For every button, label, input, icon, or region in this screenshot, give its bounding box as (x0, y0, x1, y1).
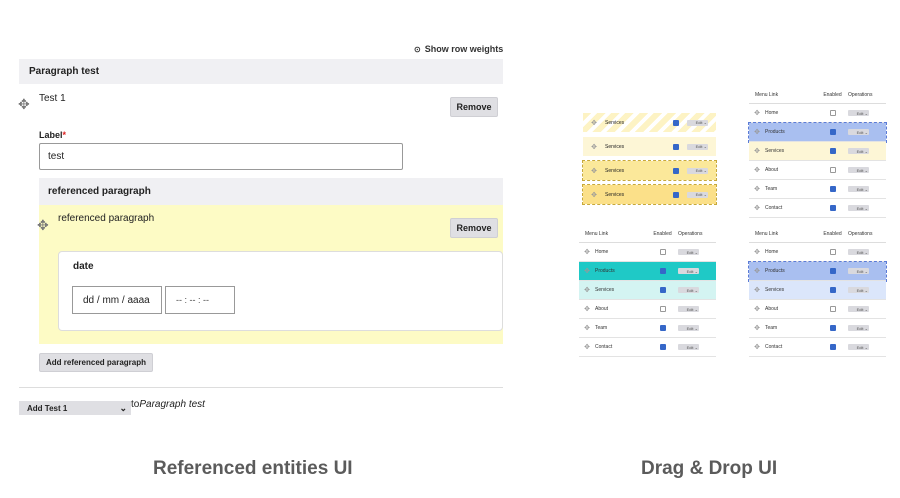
item-title: Test 1 (39, 93, 66, 104)
table-row[interactable]: ✥ Contact Edit ⌄ (749, 338, 886, 357)
referenced-paragraph-header: referenced paragraph (39, 178, 503, 205)
menu-table-top-right: Menu Link Enabled Operations ✥ Home Edit ⌄ ✥… (748, 87, 887, 218)
table-row[interactable]: ✥ Home Edit ⌄ (749, 104, 886, 123)
table-row[interactable]: ✥ Home Edit ⌄ (579, 243, 716, 262)
table-row[interactable]: ✥ Contact Edit ⌄ (749, 199, 886, 218)
yellow-row: ✥ Services Edit ⌄ (583, 113, 716, 132)
menu-table-bottom-left: Menu Link Enabled Operations ✥ Home Edit ⌄ ✥… (579, 226, 716, 357)
add-type-select[interactable]: Add Test 1 ⌄ (19, 401, 131, 415)
date-input[interactable]: dd / mm / aaaa (72, 286, 162, 314)
paragraph-header-title: Paragraph test (29, 66, 100, 77)
table-row[interactable]: ✥ Team Edit ⌄ (749, 180, 886, 199)
referenced-item-title: referenced paragraph (58, 213, 155, 224)
table-row[interactable]: ✥ Products Edit ⌄ (748, 261, 887, 282)
drag-handle-icon[interactable]: ✥ (18, 97, 30, 111)
yellow-row: ✥ Services Edit ⌄ (582, 184, 717, 205)
chevron-down-icon: ⌄ (119, 402, 127, 413)
table-row[interactable]: ✥ Services Edit ⌄ (749, 142, 886, 161)
table-row[interactable]: ✥ Contact Edit ⌄ (579, 338, 716, 357)
required-marker: * (62, 130, 67, 140)
table-row[interactable]: ✥ About Edit ⌄ (749, 300, 886, 319)
label-input[interactable]: test (39, 143, 403, 170)
table-row[interactable]: ✥ Home Edit ⌄ (749, 243, 886, 262)
add-referenced-paragraph-button[interactable]: Add referenced paragraph (39, 353, 153, 372)
date-label: date (73, 261, 94, 272)
table-row[interactable]: ✥ Products Edit ⌄ (579, 262, 716, 281)
table-row[interactable]: ✥ Services Edit ⌄ (579, 281, 716, 300)
show-row-weights-link[interactable]: ⊙ Show row weights (414, 44, 503, 54)
time-input[interactable]: -- : -- : -- (165, 286, 235, 314)
menu-table-bottom-right: Menu Link Enabled Operations ✥ Home Edit ⌄ ✥… (748, 226, 887, 357)
table-row[interactable]: ✥ Team Edit ⌄ (579, 319, 716, 338)
table-row[interactable]: ✥ Team Edit ⌄ (749, 319, 886, 338)
paragraph-header: Paragraph test (19, 59, 503, 84)
drag-handle-icon[interactable]: ✥ (37, 218, 49, 232)
yellow-row: ✥ Services Edit ⌄ (582, 160, 717, 181)
table-row[interactable]: ✥ Services Edit ⌄ (749, 281, 886, 300)
table-row[interactable]: ✥ About Edit ⌄ (579, 300, 716, 319)
remove-button[interactable]: Remove (450, 218, 498, 238)
add-target-text: toParagraph test (131, 399, 205, 410)
table-row[interactable]: ✥ Products Edit ⌄ (748, 122, 887, 143)
referenced-entities-caption: Referenced entities UI (153, 458, 353, 479)
divider (19, 387, 503, 388)
drag-drop-caption: Drag & Drop UI (641, 458, 778, 479)
show-row-weights-label: Show row weights (424, 44, 504, 54)
eye-icon: ⊙ (414, 44, 421, 54)
label-field-label: Label* (39, 130, 67, 140)
table-row[interactable]: ✥ About Edit ⌄ (749, 161, 886, 180)
remove-button[interactable]: Remove (450, 97, 498, 117)
yellow-row: ✥ Services Edit ⌄ (583, 137, 716, 156)
